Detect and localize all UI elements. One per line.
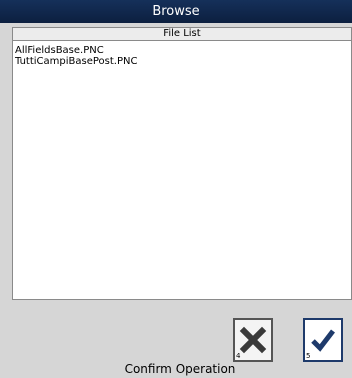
x-mark-icon bbox=[239, 326, 267, 354]
window-title: Browse bbox=[0, 0, 352, 23]
checkmark-icon bbox=[311, 329, 335, 352]
confirm-button-number: 5 bbox=[306, 352, 311, 360]
list-item[interactable]: AllFieldsBase.PNC bbox=[15, 45, 349, 56]
file-list[interactable]: AllFieldsBase.PNC TuttiCampiBasePost.PNC bbox=[12, 41, 352, 300]
confirm-button[interactable]: 5 bbox=[303, 318, 343, 362]
list-item[interactable]: TuttiCampiBasePost.PNC bbox=[15, 56, 349, 67]
cancel-button-number: 4 bbox=[236, 352, 241, 360]
status-text: Confirm Operation bbox=[124, 362, 236, 376]
cancel-button[interactable]: 4 bbox=[233, 318, 273, 362]
file-list-header: File List bbox=[12, 27, 352, 41]
